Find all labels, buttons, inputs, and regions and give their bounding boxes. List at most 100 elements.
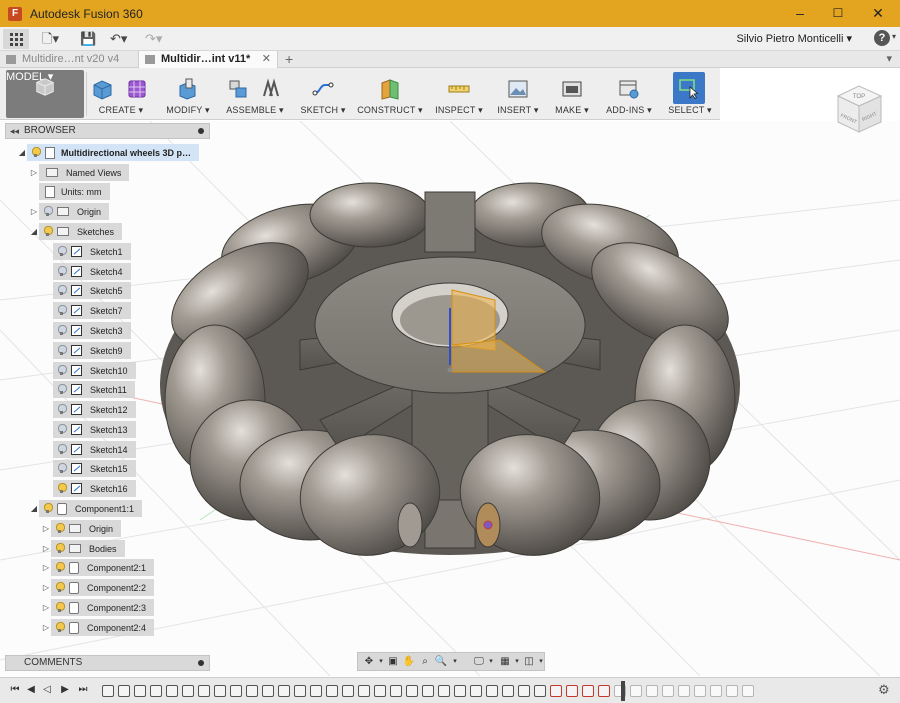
visibility-bulb-icon[interactable] <box>56 483 67 494</box>
redo-icon[interactable]: ↷▾ <box>145 30 162 48</box>
tree-item-named-views[interactable]: ▷ Named Views <box>29 164 130 181</box>
display-dropdown-icon[interactable]: ▾ <box>484 656 498 668</box>
expand-right-icon[interactable]: ▷ <box>41 544 51 553</box>
timeline-feature-icon[interactable] <box>422 685 434 697</box>
expand-right-icon[interactable]: ▷ <box>41 623 51 632</box>
visibility-bulb-icon[interactable] <box>42 503 53 514</box>
visibility-bulb-icon[interactable] <box>56 345 67 356</box>
comments-panel[interactable]: COMMENTS <box>5 655 210 671</box>
wheel-model[interactable] <box>154 182 746 566</box>
visibility-bulb-icon[interactable] <box>54 602 65 613</box>
tree-item-sketch[interactable]: Sketch11 <box>53 381 135 398</box>
visibility-bulb-icon[interactable] <box>56 404 67 415</box>
tree-chip[interactable]: Named Views <box>39 164 130 181</box>
tree-chip[interactable]: Component1:1 <box>39 500 143 517</box>
tree-chip[interactable]: Component2:4 <box>51 619 155 636</box>
tree-item-component1[interactable]: ◢ Component1:1 <box>29 500 143 517</box>
timeline-feature-icon[interactable] <box>230 685 242 697</box>
timeline-feature-icon[interactable] <box>566 685 578 697</box>
tree-root-chip[interactable]: Multidirectional wheels 3D p… <box>27 144 200 161</box>
help-icon[interactable]: ? <box>874 30 890 46</box>
tree-chip[interactable]: Sketch13 <box>53 421 136 438</box>
visibility-bulb-icon[interactable] <box>56 384 67 395</box>
tree-chip[interactable]: Sketches <box>39 223 123 240</box>
close-button[interactable]: ✕ <box>858 0 898 27</box>
tree-item-sketch[interactable]: Sketch1 <box>53 243 131 260</box>
timeline-feature-icon[interactable] <box>438 685 450 697</box>
help-dropdown-icon[interactable]: ▾ <box>892 32 896 41</box>
timeline-feature-icon[interactable] <box>214 685 226 697</box>
tree-chip[interactable]: Component2:2 <box>51 579 155 596</box>
select-menu[interactable]: SELECT ▾ <box>664 68 716 120</box>
new-tab-icon[interactable]: + <box>285 51 293 67</box>
visibility-bulb-icon[interactable] <box>56 365 67 376</box>
timeline-feature-icon[interactable] <box>710 685 722 697</box>
visibility-bulb-icon[interactable] <box>54 562 65 573</box>
expand-right-icon[interactable]: ▷ <box>29 168 39 177</box>
visibility-bulb-icon[interactable] <box>54 543 65 554</box>
timeline-play-icon[interactable]: ▶ <box>58 683 72 697</box>
expand-right-icon[interactable]: ▷ <box>41 603 51 612</box>
tree-chip[interactable]: Origin <box>39 203 110 220</box>
viewcube[interactable]: TOP FRONT RIGHT <box>832 82 887 137</box>
visibility-bulb-icon[interactable] <box>54 523 65 534</box>
timeline-feature-icon[interactable] <box>406 685 418 697</box>
tree-item-sketch[interactable]: Sketch15 <box>53 460 136 477</box>
tree-chip[interactable]: Component2:3 <box>51 599 155 616</box>
tree-item-sketch[interactable]: Sketch7 <box>53 302 131 319</box>
tab-close-icon[interactable]: ✕ <box>262 51 271 68</box>
viewcube-top-label[interactable]: TOP <box>853 94 865 100</box>
timeline-feature-icon[interactable] <box>550 685 562 697</box>
timeline-feature-icon[interactable] <box>598 685 610 697</box>
zoom-window-icon[interactable]: ⌕ <box>418 656 432 668</box>
expand-down-icon[interactable]: ◢ <box>17 148 27 157</box>
tree-chip[interactable]: Units: mm <box>39 183 110 200</box>
timeline-feature-icon[interactable] <box>454 685 466 697</box>
timeline-feature-icon[interactable] <box>262 685 274 697</box>
zoom-dropdown-icon[interactable]: ▾ <box>448 656 462 668</box>
timeline-feature-icon[interactable] <box>294 685 306 697</box>
tree-item-sketch[interactable]: Sketch16 <box>53 480 136 497</box>
tree-item-component2[interactable]: ▷ Component2:3 <box>41 599 155 616</box>
tree-item-component2[interactable]: ▷ Component2:1 <box>41 559 155 576</box>
timeline-feature-icon[interactable] <box>518 685 530 697</box>
tree-chip[interactable]: Sketch12 <box>53 401 136 418</box>
tree-chip[interactable]: Sketch3 <box>53 322 131 339</box>
tab-document-2[interactable]: Multidir…int v11* ✕ <box>138 51 278 68</box>
timeline-feature-icon[interactable] <box>166 685 178 697</box>
tree-root[interactable]: ◢ Multidirectional wheels 3D p… <box>17 144 200 161</box>
visibility-bulb-icon[interactable] <box>56 463 67 474</box>
tree-chip[interactable]: Sketch7 <box>53 302 131 319</box>
tree-item-component2[interactable]: ▷ Component2:2 <box>41 579 155 596</box>
visibility-bulb-icon[interactable] <box>56 444 67 455</box>
expand-right-icon[interactable]: ▷ <box>29 207 39 216</box>
timeline-feature-icon[interactable] <box>310 685 322 697</box>
expand-down-icon[interactable]: ◢ <box>29 504 39 513</box>
timeline-back-icon[interactable]: ◀ <box>24 683 38 697</box>
timeline-feature-icon[interactable] <box>742 685 754 697</box>
minimize-button[interactable]: – <box>780 0 820 27</box>
tree-chip[interactable]: Sketch11 <box>53 381 135 398</box>
timeline-feature-icon[interactable] <box>470 685 482 697</box>
pin-icon[interactable] <box>198 660 204 666</box>
gear-icon[interactable]: ⚙ <box>878 683 892 697</box>
tree-item-sketch[interactable]: Sketch3 <box>53 322 131 339</box>
tree-item-bodies[interactable]: ▷ Bodies <box>41 540 125 557</box>
tree-chip[interactable]: Sketch10 <box>53 362 136 379</box>
timeline-feature-icon[interactable] <box>502 685 514 697</box>
timeline-feature-icon[interactable] <box>326 685 338 697</box>
timeline-step-back-icon[interactable]: ◁ <box>40 683 54 697</box>
timeline-feature-icon[interactable] <box>694 685 706 697</box>
make-menu[interactable]: MAKE ▾ <box>550 68 594 120</box>
visibility-bulb-icon[interactable] <box>54 622 65 633</box>
tree-item-sketch[interactable]: Sketch9 <box>53 342 131 359</box>
tree-chip[interactable]: Bodies <box>51 540 125 557</box>
workspace-switcher-button[interactable]: MODEL ▾ <box>6 70 84 118</box>
tree-item-sketch[interactable]: Sketch4 <box>53 263 131 280</box>
user-account-menu[interactable]: Silvio Pietro Monticelli ▾ <box>736 32 852 45</box>
tree-chip[interactable]: Sketch16 <box>53 480 136 497</box>
browser-header[interactable]: ◂◂ BROWSER <box>5 123 210 139</box>
data-panel-grid-icon[interactable] <box>3 29 29 49</box>
visibility-bulb-icon[interactable] <box>42 226 53 237</box>
pan-icon[interactable]: ✋ <box>402 656 416 668</box>
